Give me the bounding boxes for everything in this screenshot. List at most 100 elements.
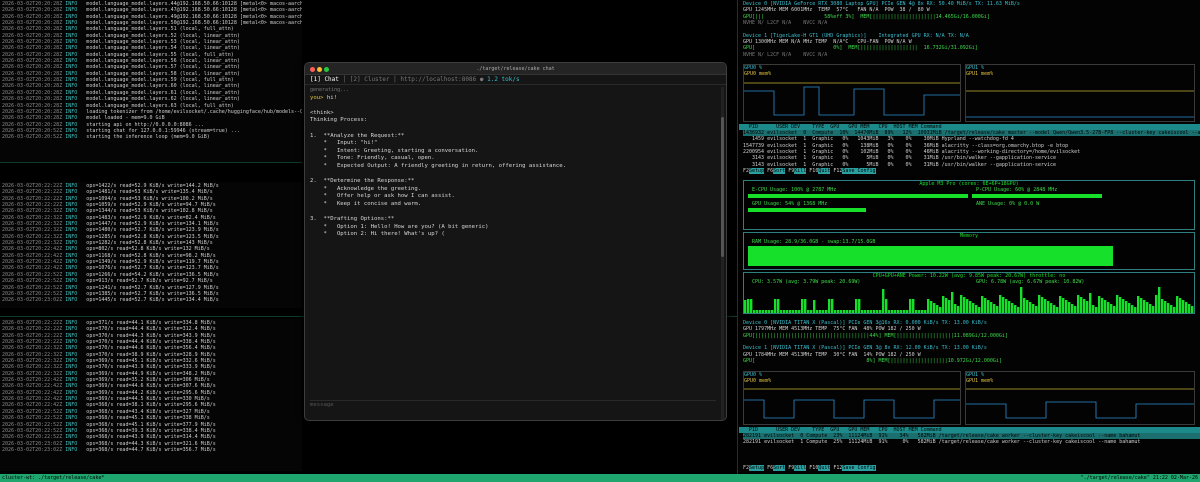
fkey-sort[interactable]: F6Sort xyxy=(767,465,788,471)
log-level: INFO xyxy=(62,51,78,58)
log-level: INFO xyxy=(62,221,78,228)
log-line: 2026-03-02T20:23:02Z INFO ops=368/s read… xyxy=(2,447,300,453)
log-message: model loaded - mem=9.0 GiB xyxy=(77,115,165,122)
log-timestamp: 2026-03-02T20:22:42Z xyxy=(2,377,63,384)
power-bar xyxy=(900,310,903,313)
window-titlebar[interactable]: ./target/release/cake chat xyxy=(305,63,726,75)
chat-scrollbar[interactable] xyxy=(721,87,724,420)
log-message: ops=1282/s read=52.8 KiB/s write=143 MiB… xyxy=(77,240,213,247)
scrollbar-thumb[interactable] xyxy=(721,117,724,257)
log-message: ops=802/s read=52.8 KiB/s write=132 MiB/… xyxy=(77,246,210,253)
fkey-save-config[interactable]: F12Save Config xyxy=(833,465,878,471)
fkey-quit[interactable]: F10Quit xyxy=(809,168,833,174)
power-bar xyxy=(1137,296,1140,313)
power-bar xyxy=(1143,300,1146,313)
power-bar xyxy=(1188,304,1191,313)
log-level: INFO xyxy=(62,389,78,396)
log-level: INFO xyxy=(62,351,78,358)
power-bar xyxy=(969,301,972,313)
log-message: ops=1481/s read=53 KiB/s write=135.4 MiB… xyxy=(77,189,213,196)
log-pane-top: 2026-03-02T20:20:28Z INFO model.language… xyxy=(0,0,302,162)
tab-cluster[interactable]: [2] Cluster xyxy=(350,76,390,83)
log-message: ops=368/s read=38.1 KiB/s write=295.6 Mi… xyxy=(77,402,216,409)
power-bar xyxy=(885,299,888,313)
log-level: INFO xyxy=(62,227,78,234)
log-timestamp: 2026-03-02T20:22:32Z xyxy=(2,345,63,352)
chat-line: * Input: "hi!" xyxy=(310,140,378,147)
power-bar xyxy=(1155,295,1158,313)
power-bar xyxy=(846,310,849,313)
log-timestamp: 2026-03-02T20:20:28Z xyxy=(2,115,63,122)
power-bar xyxy=(987,300,990,313)
log-timestamp: 2026-03-02T20:22:42Z xyxy=(2,252,63,259)
titan-graph-right: GPU1 % GPU1 mem% xyxy=(965,371,1195,425)
titan1-usage: GPU[ 8%] MEM[|||||||||||||||||||10.972Gi… xyxy=(743,358,1002,365)
user-message: hi! xyxy=(326,94,337,101)
log-message: ops=1285/s read=52.8 KiB/s write=123.5 M… xyxy=(77,233,219,240)
log-level: INFO xyxy=(62,278,78,285)
log-message: ops=1094/s read=53 KiB/s write=100.2 MiB… xyxy=(77,195,213,202)
process-row[interactable]: 282191 evilsocket 1 Compute 25% 11124MiB… xyxy=(743,439,1200,445)
chat-line: Thinking Process: xyxy=(310,117,368,124)
fkey-kill[interactable]: F9Kill xyxy=(788,168,809,174)
log-message: ops=1344/s read=53 KiB/s write=102.8 MiB… xyxy=(77,208,213,215)
log-level: INFO xyxy=(62,127,78,134)
log-message: ops=370/s read=44.3 KiB/s write=343.9 Mi… xyxy=(77,332,216,339)
power-bar xyxy=(954,304,957,313)
fkey-save-config[interactable]: F12Save Config xyxy=(833,168,878,174)
log-message: model.language_model.layers.53 (local, l… xyxy=(77,39,240,46)
power-bar xyxy=(933,303,936,313)
fkey-sort[interactable]: F6Sort xyxy=(767,168,788,174)
log-message: model.language_model.layers.49@192.168.5… xyxy=(86,13,302,20)
chat-line: * Tone: Friendly, casual, open. xyxy=(310,155,435,162)
power-bar xyxy=(1146,302,1149,313)
log-timestamp: 2026-03-02T20:22:42Z xyxy=(2,402,63,409)
log-timestamp: 2026-03-02T20:22:42Z xyxy=(2,383,63,390)
log-message: model.language_model.layers.61 (local, l… xyxy=(77,89,240,96)
log-timestamp: 2026-03-02T20:22:32Z xyxy=(2,208,63,215)
log-timestamp: 2026-03-02T20:20:28Z xyxy=(2,121,63,128)
log-message: ops=369/s read=44.5 KiB/s write=330 MiB/… xyxy=(77,396,210,403)
fkey-setup[interactable]: F2Setup xyxy=(743,168,767,174)
log-timestamp: 2026-03-02T20:20:28Z xyxy=(2,89,63,96)
tab-bar: [1] Chat │ [2] Cluster │ http://localhos… xyxy=(305,75,726,85)
power-bar xyxy=(1140,298,1143,313)
cpu-usage-box: Apple M3 Pro (cores: 6E+6P+18GPU) E-CPU … xyxy=(743,180,1195,230)
log-message: model.language_model.layers.60 (local, l… xyxy=(77,83,240,90)
power-bar xyxy=(822,310,825,313)
tab-chat[interactable]: [1] Chat xyxy=(310,76,339,83)
log-level: INFO xyxy=(62,183,78,189)
power-bar xyxy=(936,305,939,313)
chat-window[interactable]: ./target/release/cake chat [1] Chat │ [2… xyxy=(304,62,727,421)
process-table: 282191 evilsocket 0 Compute 23% 11124MiB… xyxy=(743,433,1200,446)
server-url: http://localhost:8086 xyxy=(400,76,477,83)
log-level: INFO xyxy=(62,421,78,428)
log-message: ops=1445/s read=52.7 KiB/s write=134.4 M… xyxy=(77,297,219,304)
process-table: 1436932 evilsocket 0 Compute 10% 14470Mi… xyxy=(743,130,1200,168)
pcpu-bar xyxy=(972,194,1102,198)
message-input[interactable]: message xyxy=(310,400,716,409)
log-level: INFO xyxy=(62,214,78,221)
power-bar xyxy=(1161,299,1164,313)
log-timestamp: 2026-03-02T20:22:52Z xyxy=(2,271,63,278)
power-bar xyxy=(984,298,987,313)
power-bar xyxy=(1020,287,1023,313)
power-bar xyxy=(1104,300,1107,313)
log-message: model.language_model.layers.62 (local, l… xyxy=(77,96,240,103)
fkey-kill[interactable]: F9Kill xyxy=(788,465,809,471)
log-message: model.language_model.layers.63 (local, f… xyxy=(77,102,234,109)
log-timestamp: 2026-03-02T20:20:28Z xyxy=(2,7,63,14)
power-bar xyxy=(957,306,960,313)
fkey-quit[interactable]: F10Quit xyxy=(809,465,833,471)
power-bar xyxy=(945,298,948,313)
power-bar xyxy=(1113,306,1116,313)
log-level: INFO xyxy=(62,271,78,278)
log-message: ops=1059/s read=52.9 KiB/s write=94.7 Mi… xyxy=(77,202,216,209)
fkey-setup[interactable]: F2Setup xyxy=(743,465,767,471)
log-level: INFO xyxy=(62,440,78,447)
power-bar xyxy=(1170,305,1173,313)
log-level: INFO xyxy=(62,134,78,141)
log-level: INFO xyxy=(62,96,78,103)
log-message: ops=368/s read=44.3 KiB/s write=321.6 Mi… xyxy=(77,440,216,447)
log-timestamp: 2026-03-02T20:20:28Z xyxy=(2,20,63,27)
